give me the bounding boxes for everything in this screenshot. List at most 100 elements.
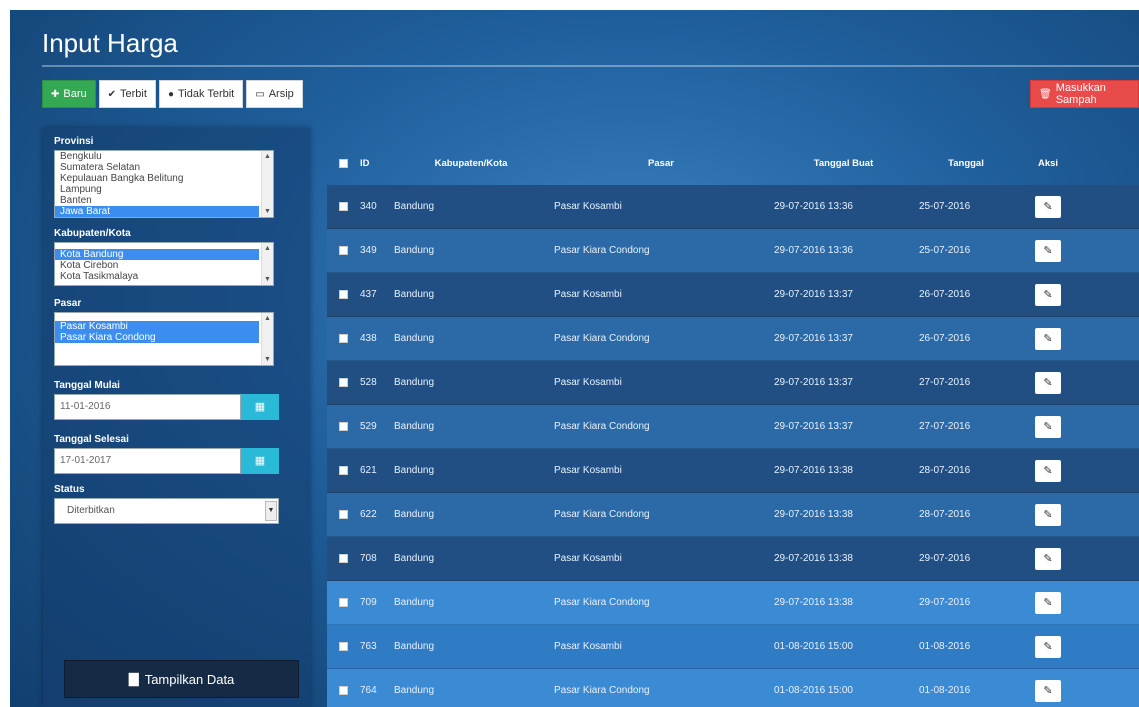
list-item[interactable]: Banten [55, 195, 273, 206]
table-row[interactable]: 622 Bandung Pasar Kiara Condong 29-07-2016 … [327, 493, 1139, 537]
edit-icon[interactable]: ✎ [1035, 327, 1061, 350]
list-item[interactable]: Bengkulu [55, 151, 273, 162]
header-kota[interactable]: Kabupaten/Kota [388, 158, 548, 169]
cell-tanggal-buat: 29-07-2016 13:38 [774, 465, 853, 476]
edit-icon[interactable]: ✎ [1035, 283, 1061, 306]
table-row[interactable]: 763 Bandung Pasar Kosambi 01-08-2016 15:00 0… [327, 625, 1139, 669]
row-checkbox[interactable] [339, 598, 348, 607]
unpublish-button[interactable]: ● Tidak Terbit [158, 80, 244, 108]
list-item[interactable]: Lampung [55, 184, 273, 195]
header-tanggal-buat[interactable]: Tanggal Buat [768, 158, 913, 169]
new-button[interactable]: ✚ Baru [42, 80, 96, 108]
row-checkbox[interactable] [339, 466, 348, 475]
edit-icon[interactable]: ✎ [1035, 503, 1061, 526]
title-divider [42, 65, 1139, 67]
cell-kota: Bandung [394, 465, 435, 476]
cell-id: 709 [360, 597, 377, 608]
table-row[interactable]: 529 Bandung Pasar Kiara Condong 29-07-2016 … [327, 405, 1139, 449]
scroll-down-icon[interactable]: ▼ [264, 356, 271, 363]
list-item[interactable]: Sumatera Selatan [55, 162, 273, 173]
trash-button[interactable]: 🗑 Masukkan Sampah [1030, 80, 1139, 108]
list-item[interactable]: Kota Cirebon [55, 260, 273, 271]
edit-icon[interactable]: ✎ [1035, 459, 1061, 482]
chevron-down-icon[interactable]: ▼ [265, 501, 277, 521]
edit-icon[interactable]: ✎ [1035, 239, 1061, 262]
show-data-button[interactable]: ▇ Tampilkan Data [64, 660, 299, 698]
document-icon: ▇ [128, 671, 139, 686]
start-date-field[interactable]: 11-01-2016 [54, 394, 241, 420]
row-checkbox[interactable] [339, 246, 348, 255]
table-row[interactable]: 764 Bandung Pasar Kiara Condong 01-08-2016 … [327, 669, 1139, 707]
edit-icon[interactable]: ✎ [1035, 591, 1061, 614]
end-date-input[interactable]: 17-01-2017 ▦ [54, 448, 279, 474]
table-row[interactable]: 528 Bandung Pasar Kosambi 29-07-2016 13:37 2… [327, 361, 1139, 405]
list-item-selected[interactable]: Pasar Kosambi [55, 321, 259, 332]
row-checkbox[interactable] [339, 510, 348, 519]
calendar-icon[interactable]: ▦ [241, 448, 279, 474]
select-all-checkbox[interactable] [339, 158, 348, 168]
cell-tanggal: 26-07-2016 [919, 333, 971, 344]
row-check-cell [327, 686, 360, 695]
table-row[interactable]: 621 Bandung Pasar Kosambi 29-07-2016 13:38 2… [327, 449, 1139, 493]
scrollbar[interactable]: ▲ ▼ [261, 313, 273, 365]
table-row[interactable]: 709 Bandung Pasar Kiara Condong 29-07-2016 … [327, 581, 1139, 625]
scrollbar[interactable]: ▲ ▼ [261, 151, 273, 217]
table-row[interactable]: 349 Bandung Pasar Kiara Condong 29-07-2016 … [327, 229, 1139, 273]
table-row[interactable]: 438 Bandung Pasar Kiara Condong 29-07-2016 … [327, 317, 1139, 361]
row-checkbox[interactable] [339, 202, 348, 211]
pasar-listbox[interactable]: Pasar Kosambi Pasar Kiara Condong ▲ ▼ [54, 312, 274, 366]
row-check-cell [327, 510, 360, 519]
scroll-up-icon[interactable]: ▲ [264, 153, 271, 160]
status-label: Status [54, 484, 85, 495]
new-button-label: Baru [63, 88, 87, 100]
trash-icon: 🗑 [1039, 88, 1052, 100]
table-row[interactable]: 708 Bandung Pasar Kosambi 29-07-2016 13:38 2… [327, 537, 1139, 581]
list-item-selected[interactable]: Jawa Barat [55, 206, 259, 217]
provinsi-listbox[interactable]: Bengkulu Sumatera Selatan Kepulauan Bang… [54, 150, 274, 218]
row-checkbox[interactable] [339, 554, 348, 563]
scrollbar[interactable]: ▲ ▼ [261, 243, 273, 285]
header-pasar[interactable]: Pasar [548, 158, 768, 169]
publish-button[interactable]: ✔ Terbit [98, 80, 156, 108]
row-checkbox[interactable] [339, 378, 348, 387]
table-row[interactable]: 340 Bandung Pasar Kosambi 29-07-2016 13:36 2… [327, 185, 1139, 229]
kota-listbox[interactable]: Kota Bandung Kota Cirebon Kota Tasikmala… [54, 242, 274, 286]
scroll-up-icon[interactable]: ▲ [264, 245, 271, 252]
page-title: Input Harga [42, 28, 178, 58]
list-item[interactable]: Kepulauan Bangka Belitung [55, 173, 273, 184]
list-item[interactable]: Kota Tasikmalaya [55, 271, 273, 282]
row-checkbox[interactable] [339, 686, 348, 695]
calendar-icon[interactable]: ▦ [241, 394, 279, 420]
cell-aksi: ✎ [1013, 327, 1083, 350]
cell-aksi: ✎ [1013, 459, 1083, 482]
scroll-up-icon[interactable]: ▲ [264, 315, 271, 322]
list-item-selected[interactable]: Kota Bandung [55, 249, 259, 260]
pasar-label: Pasar [54, 298, 82, 309]
list-item-selected[interactable]: Pasar Kiara Condong [55, 332, 259, 343]
start-date-input[interactable]: 11-01-2016 ▦ [54, 394, 279, 420]
status-select-value: Diterbitkan [67, 505, 115, 516]
cell-pasar: Pasar Kiara Condong [554, 509, 650, 520]
archive-button[interactable]: ▭ Arsip [246, 80, 303, 108]
edit-icon[interactable]: ✎ [1035, 371, 1061, 394]
edit-icon[interactable]: ✎ [1035, 547, 1061, 570]
edit-icon[interactable]: ✎ [1035, 415, 1061, 438]
scroll-down-icon[interactable]: ▼ [264, 208, 271, 215]
row-checkbox[interactable] [339, 334, 348, 343]
end-date-field[interactable]: 17-01-2017 [54, 448, 241, 474]
cell-tanggal-buat: 29-07-2016 13:37 [774, 377, 853, 388]
scroll-down-icon[interactable]: ▼ [264, 276, 271, 283]
cell-id: 437 [360, 289, 377, 300]
table-row[interactable]: 437 Bandung Pasar Kosambi 29-07-2016 13:37 2… [327, 273, 1139, 317]
row-checkbox[interactable] [339, 290, 348, 299]
header-id[interactable]: ID [360, 158, 388, 169]
row-checkbox[interactable] [339, 422, 348, 431]
cell-tanggal-buat: 29-07-2016 13:37 [774, 421, 853, 432]
edit-icon[interactable]: ✎ [1035, 635, 1061, 658]
cell-aksi: ✎ [1013, 415, 1083, 438]
row-checkbox[interactable] [339, 642, 348, 651]
edit-icon[interactable]: ✎ [1035, 679, 1061, 702]
status-select[interactable]: Diterbitkan ▼ [54, 498, 279, 524]
header-tanggal[interactable]: Tanggal [913, 158, 1013, 169]
edit-icon[interactable]: ✎ [1035, 195, 1061, 218]
